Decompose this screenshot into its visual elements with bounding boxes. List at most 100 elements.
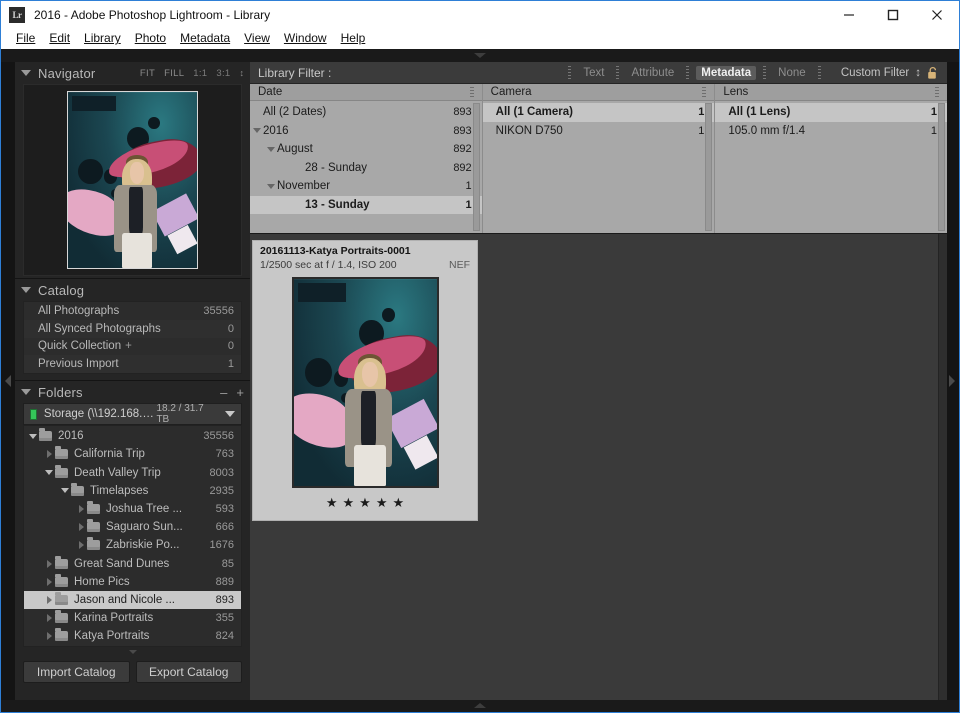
remove-folder-button[interactable]: – [220,385,227,400]
lock-open-icon[interactable] [927,66,939,80]
close-button[interactable] [915,1,959,29]
menu-library[interactable]: Library [77,28,128,49]
filter-tab-attribute[interactable]: Attribute [626,66,679,80]
collapse-right-panel[interactable] [945,62,959,700]
navigator-panel-header[interactable]: Navigator FIT FILL 1:1 3:1 ↕ [15,62,250,84]
maximize-button[interactable] [871,1,915,29]
metadata-row-august[interactable]: August 892 [250,140,482,159]
menu-window[interactable]: Window [277,28,334,49]
navigator-preview[interactable] [23,84,242,276]
disclosure-triangle-icon[interactable] [43,614,55,622]
catalog-item-quick-collection[interactable]: Quick Collection + 0 [24,338,241,356]
disclosure-triangle-icon[interactable] [75,523,87,531]
metadata-column-scrollbar[interactable] [705,103,712,231]
menu-edit[interactable]: Edit [42,28,77,49]
menu-photo[interactable]: Photo [128,28,173,49]
menu-help[interactable]: Help [334,28,373,49]
metadata-column-header[interactable]: Camera [483,84,715,101]
column-grip-icon[interactable] [702,87,706,97]
folder-row-zabriskie-point[interactable]: Zabriskie Po... 1676 [24,536,241,554]
disclosure-triangle-icon[interactable] [43,596,55,604]
navigator-mode-3-1[interactable]: 3:1 [216,68,230,79]
metadata-row-november[interactable]: November 1 [250,177,482,196]
photo-thumbnail[interactable] [292,277,439,488]
star-3-icon[interactable]: ★ [359,496,371,509]
star-5-icon[interactable]: ★ [392,496,404,509]
metadata-column-header[interactable]: Lens [715,84,947,101]
disclosure-triangle-icon[interactable] [75,505,87,513]
folder-row-great-sand-dunes[interactable]: Great Sand Dunes 85 [24,555,241,573]
catalog-item-all-synced-photographs[interactable]: All Synced Photographs 0 [24,320,241,338]
catalog-panel-header[interactable]: Catalog [15,279,250,301]
minimize-button[interactable] [827,1,871,29]
star-1-icon[interactable]: ★ [326,496,338,509]
disclosure-triangle-icon[interactable] [43,578,55,586]
grid-cell[interactable]: 20161113-Katya Portraits-0001 1/2500 sec… [252,240,478,521]
disclosure-triangle-icon[interactable] [75,541,87,549]
star-rating[interactable]: ★ ★ ★ ★ ★ [253,496,477,509]
volume-browser-storage[interactable]: Storage (\\192.168.2... 18.2 / 31.7 TB [23,403,242,425]
folder-row-home-pics[interactable]: Home Pics 889 [24,573,241,591]
folders-panel-resize-handle[interactable] [15,647,250,656]
metadata-row-105mm-lens[interactable]: 105.0 mm f/1.4 1 [715,122,947,141]
metadata-row-all-dates[interactable]: All (2 Dates) 893 [250,103,482,122]
metadata-row-all-cameras[interactable]: All (1 Camera) 1 [483,103,715,122]
disclosure-triangle-icon[interactable] [264,147,277,152]
disclosure-triangle-icon[interactable] [27,434,39,439]
disclosure-triangle-icon[interactable] [43,470,55,475]
folders-panel-header[interactable]: Folders – + [15,381,250,403]
navigator-zoom-stepper-icon[interactable]: ↕ [240,69,245,78]
filter-tab-metadata[interactable]: Metadata [696,66,756,80]
column-grip-icon[interactable] [470,87,474,97]
chevron-down-icon[interactable] [225,411,235,417]
folder-row-timelapses[interactable]: Timelapses 2935 [24,482,241,500]
navigator-mode-1-1[interactable]: 1:1 [193,68,207,79]
disclosure-triangle-icon[interactable] [264,184,277,189]
folder-row-karina-portraits[interactable]: Karina Portraits 355 [24,609,241,627]
folder-row-2016[interactable]: 2016 35556 [24,427,241,445]
export-catalog-button[interactable]: Export Catalog [136,661,243,683]
catalog-item-previous-import[interactable]: Previous Import 1 [24,355,241,373]
folder-row-saguaro-sunset[interactable]: Saguaro Sun... 666 [24,518,241,536]
menu-file[interactable]: File [9,28,42,49]
column-grip-icon[interactable] [935,87,939,97]
metadata-row-august-28-sunday[interactable]: 28 - Sunday 892 [250,159,482,178]
metadata-row-november-13-sunday[interactable]: 13 - Sunday 1 [250,196,482,215]
star-4-icon[interactable]: ★ [376,496,388,509]
collapse-left-panel[interactable] [1,62,15,700]
custom-filter-control[interactable]: Custom Filter ↕ [841,66,939,80]
filter-tab-text[interactable]: Text [578,66,609,80]
collapse-bottom-panel[interactable] [1,699,959,712]
folder-row-jason-and-nicole[interactable]: Jason and Nicole ... 893 [24,591,241,609]
metadata-row-all-lenses[interactable]: All (1 Lens) 1 [715,103,947,122]
folder-row-california-trip[interactable]: California Trip 763 [24,445,241,463]
menu-metadata[interactable]: Metadata [173,28,237,49]
disclosure-triangle-icon[interactable] [59,488,71,493]
navigator-mode-fill[interactable]: FILL [164,68,184,79]
folder-row-katya-portraits[interactable]: Katya Portraits 824 [24,627,241,645]
folder-row-joshua-tree[interactable]: Joshua Tree ... 593 [24,500,241,518]
disclosure-triangle-icon[interactable] [43,632,55,640]
grid-scrollbar[interactable] [938,234,947,700]
metadata-column-scrollbar[interactable] [938,103,945,231]
menu-view[interactable]: View [237,28,277,49]
folder-row-death-valley-trip[interactable]: Death Valley Trip 8003 [24,464,241,482]
folder-icon [55,559,68,569]
metadata-column-scrollbar[interactable] [473,103,480,231]
disclosure-triangle-icon[interactable] [43,560,55,568]
metadata-row-nikon-d750[interactable]: NIKON D750 1 [483,122,715,141]
import-catalog-button[interactable]: Import Catalog [23,661,130,683]
star-2-icon[interactable]: ★ [343,496,355,509]
metadata-column-header[interactable]: Date [250,84,482,101]
filter-tab-none[interactable]: None [773,66,811,80]
catalog-item-all-photographs[interactable]: All Photographs 35556 [24,302,241,320]
metadata-row-count: 893 [453,125,471,137]
navigator-mode-fit[interactable]: FIT [140,68,155,79]
disclosure-triangle-icon[interactable] [250,128,263,133]
disclosure-triangle-icon[interactable] [43,450,55,458]
folder-name: Jason and Nicole ... [74,594,175,606]
collapse-top-panel[interactable] [1,49,959,62]
metadata-row-2016[interactable]: 2016 893 [250,122,482,141]
add-folder-button[interactable]: + [236,385,244,400]
folder-count: 763 [208,448,234,460]
